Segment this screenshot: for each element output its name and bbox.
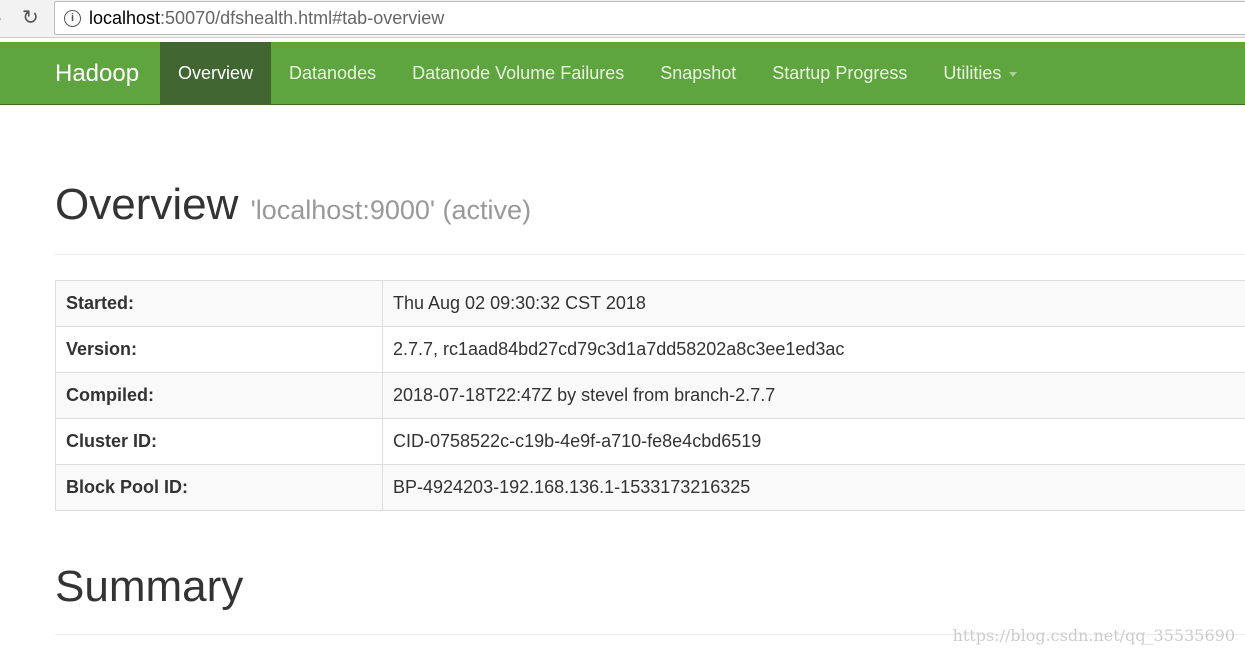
tab-datanode-volume-failures[interactable]: Datanode Volume Failures	[394, 42, 642, 105]
table-row: Started: Thu Aug 02 09:30:32 CST 2018	[55, 280, 1245, 327]
table-row: Compiled: 2018-07-18T22:47Z by stevel fro…	[55, 372, 1245, 419]
tab-datanodes[interactable]: Datanodes	[271, 42, 394, 105]
tab-overview[interactable]: Overview	[160, 42, 272, 105]
divider	[55, 254, 1245, 255]
row-value: BP-4924203-192.168.136.1-1533173216325	[382, 464, 1245, 511]
row-key: Started:	[55, 280, 383, 327]
row-value: 2018-07-18T22:47Z by stevel from branch-…	[382, 372, 1245, 419]
row-key: Version:	[55, 326, 383, 373]
row-value: CID-0758522c-c19b-4e9f-a710-fe8e4cbd6519	[382, 418, 1245, 465]
table-row: Block Pool ID: BP-4924203-192.168.136.1-1…	[55, 464, 1245, 511]
tab-utilities-label: Utilities	[943, 63, 1002, 83]
row-key: Cluster ID:	[55, 418, 383, 465]
address-bar[interactable]: i localhost:50070/dfshealth.html#tab-ove…	[54, 1, 1245, 35]
row-key: Compiled:	[55, 372, 383, 419]
table-row: Cluster ID: CID-0758522c-c19b-4e9f-a710-f…	[55, 418, 1245, 465]
reload-icon[interactable]: ↻	[22, 5, 39, 30]
tab-startup-progress[interactable]: Startup Progress	[754, 42, 925, 105]
overview-table: Started: Thu Aug 02 09:30:32 CST 2018 Ver…	[55, 280, 1245, 511]
brand-link[interactable]: Hadoop	[55, 42, 139, 105]
overview-title: Overview	[55, 180, 239, 229]
navbar: Hadoop Overview Datanodes Datanode Volum…	[0, 42, 1245, 105]
table-row: Version: 2.7.7, rc1aad84bd27cd79c3d1a7dd5…	[55, 326, 1245, 373]
tab-snapshot[interactable]: Snapshot	[642, 42, 754, 105]
page-title: Overview 'localhost:9000' (active)	[55, 180, 531, 230]
url-path: :50070/dfshealth.html#tab-overview	[160, 8, 445, 28]
row-value: Thu Aug 02 09:30:32 CST 2018	[382, 280, 1245, 327]
watermark: https://blog.csdn.net/qq_35535690	[952, 626, 1235, 645]
caret-down-icon	[1009, 71, 1018, 77]
page-subtitle: 'localhost:9000' (active)	[250, 195, 532, 225]
tab-utilities[interactable]: Utilities	[925, 42, 1035, 105]
url-host: localhost	[89, 8, 161, 28]
back-icon[interactable]: ›	[0, 8, 2, 29]
summary-title: Summary	[55, 562, 244, 611]
info-icon[interactable]: i	[64, 10, 81, 27]
row-key: Block Pool ID:	[55, 464, 383, 511]
browser-toolbar: › ↻ i localhost:50070/dfshealth.html#tab…	[0, 0, 1245, 38]
row-value: 2.7.7, rc1aad84bd27cd79c3d1a7dd58202a8c3…	[382, 326, 1245, 373]
